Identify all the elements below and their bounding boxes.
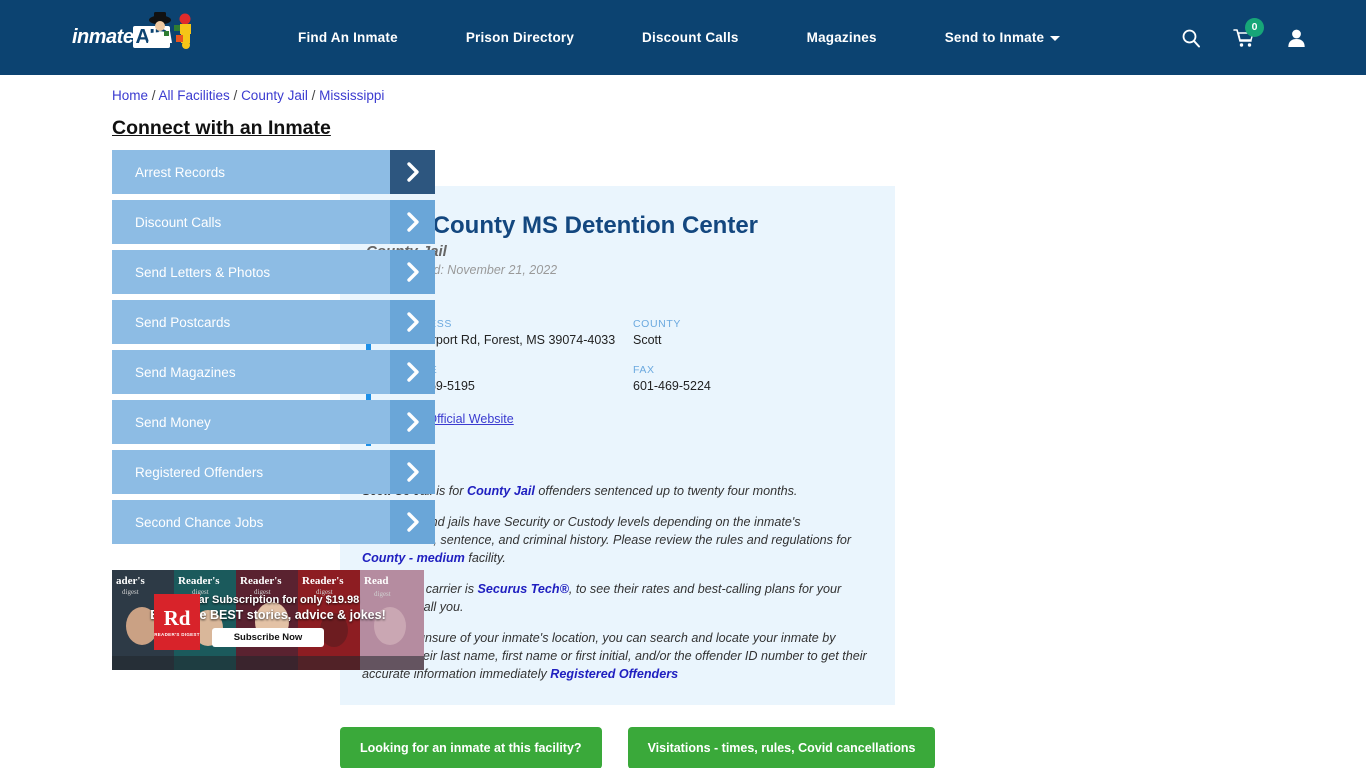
- breadcrumb-separator: /: [229, 88, 242, 103]
- nav-item-prison-directory[interactable]: Prison Directory: [432, 30, 608, 45]
- nav-label: Prison Directory: [465, 30, 575, 45]
- breadcrumb-separator: /: [148, 88, 159, 103]
- chevron-right-icon: [390, 350, 435, 394]
- chevron-right-icon: [390, 450, 435, 494]
- chevron-right-icon: [390, 250, 435, 294]
- nav-item-find-an-inmate[interactable]: Find An Inmate: [264, 30, 432, 45]
- logo-mascot-icon: [148, 11, 191, 49]
- breadcrumb-item-county-jail[interactable]: County Jail: [241, 88, 308, 103]
- readers-digest-logo: Rd READER'S DIGEST: [154, 594, 200, 650]
- rd-logo-sub: READER'S DIGEST: [154, 631, 200, 637]
- left-column: Home / All Facilities / County Jail / Mi…: [0, 75, 435, 768]
- desc-p1-link[interactable]: County Jail: [467, 484, 535, 498]
- facility-type: County Jail: [366, 243, 869, 260]
- breadcrumb-item-home[interactable]: Home: [112, 88, 148, 103]
- logo-text-main: inmate: [72, 26, 134, 48]
- sidebar-item-label: Discount Calls: [135, 214, 222, 230]
- sidebar-item-send-magazines[interactable]: Send Magazines: [112, 350, 435, 394]
- description-paragraph-2: All prisons and jails have Security or C…: [362, 513, 869, 567]
- main-navigation: Find An Inmate Prison Directory Discount…: [264, 30, 1094, 45]
- sidebar-item-discount-calls[interactable]: Discount Calls: [112, 200, 435, 244]
- last-updated-text: Last Updated: November 21, 2022: [366, 263, 558, 277]
- facility-info-column-right: COUNTY Scott FAX 601-469-5224: [633, 318, 869, 410]
- sidebar-item-label: Send Letters & Photos: [135, 264, 271, 280]
- breadcrumb: Home / All Facilities / County Jail / Mi…: [112, 88, 384, 103]
- chevron-down-icon: [1050, 35, 1061, 41]
- nav-item-discount-calls[interactable]: Discount Calls: [608, 30, 773, 45]
- desc-p2-link[interactable]: County - medium: [362, 551, 465, 565]
- sidebar-item-label: Registered Offenders: [135, 464, 264, 480]
- search-icon: [1182, 29, 1200, 47]
- cart-count-badge: 0: [1245, 17, 1264, 37]
- site-header: inmateAID Find An Inmate Prison Director…: [0, 0, 1366, 75]
- search-button[interactable]: [1181, 28, 1201, 48]
- action-button-row: Looking for an inmate at this facility? …: [340, 727, 936, 768]
- sidebar-item-label: Second Chance Jobs: [135, 514, 264, 530]
- description-paragraph-1: Scott Co Jail is for County Jail offende…: [362, 482, 869, 500]
- nav-label: Find An Inmate: [298, 30, 398, 45]
- nav-label: Send to Inmate: [944, 30, 1045, 45]
- breadcrumb-item-all-facilities[interactable]: All Facilities: [159, 88, 230, 103]
- sidebar-item-second-chance-jobs[interactable]: Second Chance Jobs: [112, 500, 435, 544]
- sidebar-item-label: Arrest Records: [135, 164, 226, 180]
- visitation-info-button[interactable]: Visitations - times, rules, Covid cancel…: [627, 727, 936, 768]
- county-label: COUNTY: [633, 318, 681, 330]
- nav-label: Magazines: [806, 30, 877, 45]
- desc-p4-link[interactable]: Registered Offenders: [550, 667, 678, 681]
- sidebar-item-send-letters-photos[interactable]: Send Letters & Photos: [112, 250, 435, 294]
- page-body: Home / All Facilities / County Jail / Mi…: [0, 75, 1366, 768]
- description-paragraph-4: If you are unsure of your inmate's locat…: [362, 629, 869, 683]
- desc-p1-text-b: offenders sentenced up to twenty four mo…: [534, 484, 798, 498]
- rd-logo-main: Rd: [163, 605, 191, 630]
- inmate-search-button[interactable]: Looking for an inmate at this facility?: [340, 727, 602, 768]
- desc-p2-text-a: All prisons and jails have Security or C…: [362, 515, 852, 547]
- chevron-right-icon: [390, 400, 435, 444]
- nav-item-send-to-inmate[interactable]: Send to Inmate: [911, 30, 1095, 45]
- header-actions: 0: [1181, 0, 1306, 75]
- chevron-right-icon: [390, 200, 435, 244]
- cart-button[interactable]: 0: [1233, 17, 1264, 48]
- site-logo[interactable]: inmateAID: [72, 11, 192, 59]
- nav-item-magazines[interactable]: Magazines: [773, 30, 911, 45]
- page-title: Scott County MS Detention Center: [366, 212, 759, 239]
- county-value: Scott: [633, 333, 662, 347]
- description-paragraph-3: The phone carrier is Securus Tech®, to s…: [362, 580, 869, 616]
- user-account-icon: [1288, 29, 1305, 47]
- fax-label: FAX: [633, 364, 655, 376]
- sidebar-item-label: Send Money: [135, 414, 211, 430]
- chevron-right-icon: [390, 300, 435, 344]
- sidebar-item-arrest-records[interactable]: Arrest Records: [112, 150, 435, 194]
- ad-subscribe-button[interactable]: Subscribe Now: [211, 627, 325, 647]
- sidebar-item-send-postcards[interactable]: Send Postcards: [112, 300, 435, 344]
- desc-p2-text-b: facility.: [464, 551, 506, 565]
- nav-label: Discount Calls: [642, 30, 739, 45]
- connect-with-inmate-title[interactable]: Connect with an Inmate: [112, 117, 331, 140]
- fax-value: 601-469-5224: [633, 379, 711, 393]
- sidebar-item-send-money[interactable]: Send Money: [112, 400, 435, 444]
- account-button[interactable]: [1287, 28, 1306, 48]
- sidebar-item-label: Send Postcards: [135, 314, 231, 330]
- sidebar-item-registered-offenders[interactable]: Registered Offenders: [112, 450, 435, 494]
- desc-p3-link[interactable]: Securus Tech®: [478, 582, 569, 596]
- facility-info-grid: ADDRESS 531 Airport Rd, Forest, MS 39074…: [397, 318, 869, 410]
- chevron-right-icon: [390, 150, 435, 194]
- sidebar-item-label: Send Magazines: [135, 364, 236, 380]
- advertisement-banner[interactable]: ader's Reader's Reader's Reader's Read d…: [112, 570, 424, 670]
- breadcrumb-separator: /: [307, 88, 320, 103]
- ad-headline: 1 Year Subscription for only $19.98: [176, 593, 360, 606]
- chevron-right-icon: [390, 500, 435, 544]
- facility-info-block: ADDRESS 531 Airport Rd, Forest, MS 39074…: [366, 303, 869, 446]
